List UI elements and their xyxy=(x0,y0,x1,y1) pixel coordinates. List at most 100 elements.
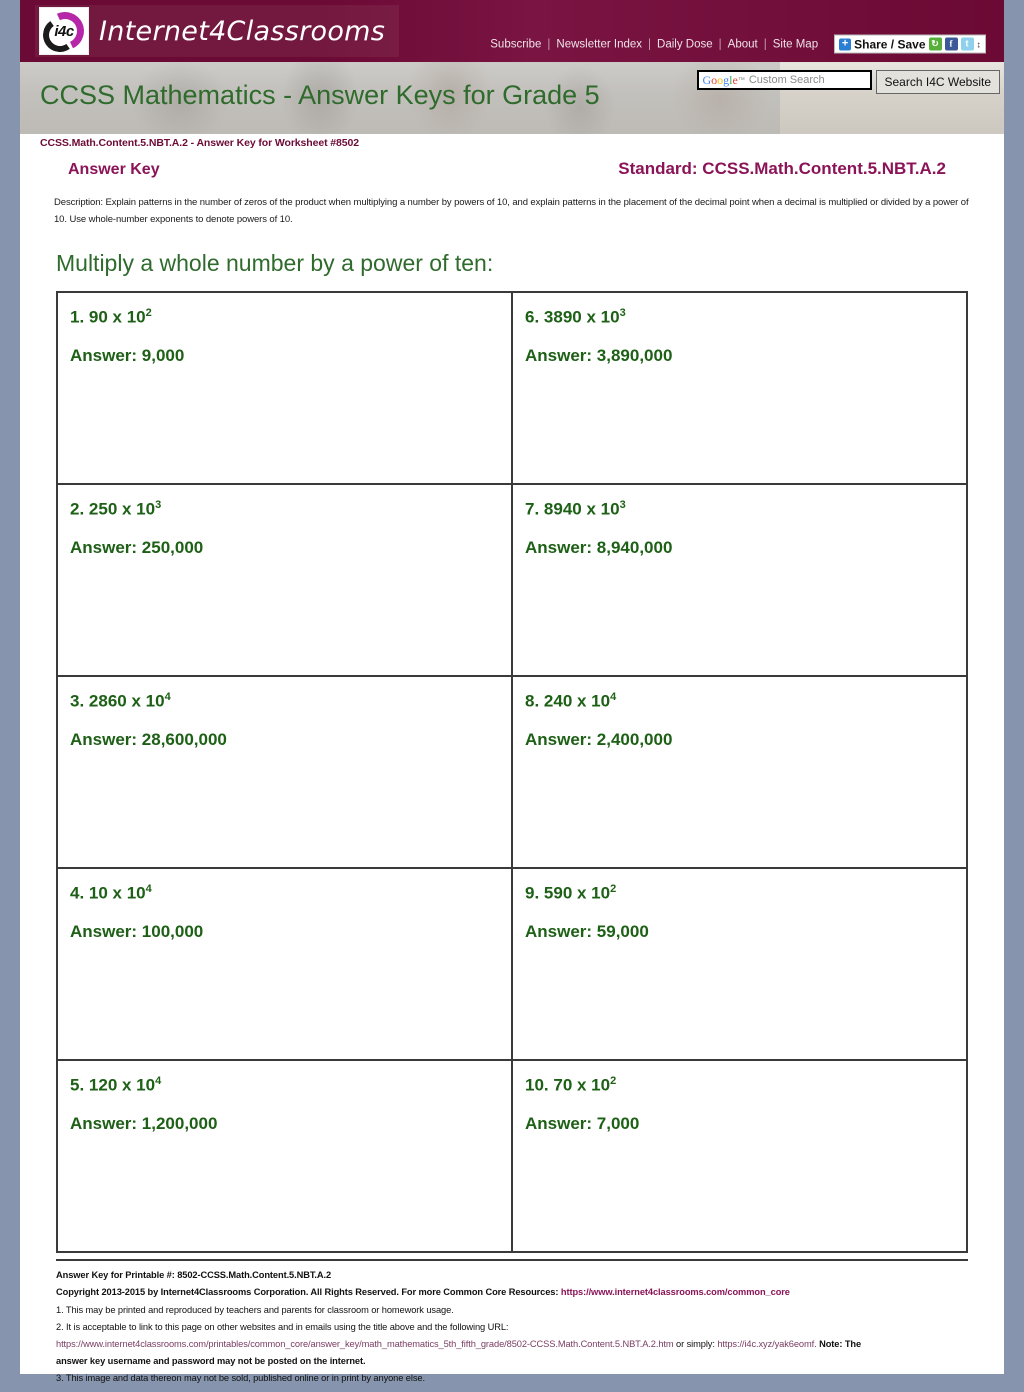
problem-expression: 10 x 10 xyxy=(88,883,146,903)
share-save-widget[interactable]: + Share / Save ↻ f t ↕ xyxy=(834,34,986,54)
problem-question: 10. 70 x 102 xyxy=(525,1075,966,1096)
facebook-icon[interactable]: f xyxy=(944,37,958,51)
google-logo-icon: Google xyxy=(702,72,738,87)
problem-number: 10. xyxy=(525,1075,549,1095)
share-plus-icon: + xyxy=(839,38,852,50)
problem-question: 9. 590 x 102 xyxy=(525,883,966,904)
section-title: Multiply a whole number by a power of te… xyxy=(56,250,494,277)
problem-question: 3. 2860 x 104 xyxy=(70,691,511,712)
problem-number: 5. xyxy=(70,1075,85,1095)
top-navigation: Subscribe | Newsletter Index | Daily Dos… xyxy=(484,34,986,54)
footer-printable-line: Answer Key for Printable #: 8502-CCSS.Ma… xyxy=(56,1270,332,1281)
problem-exponent: 4 xyxy=(610,691,617,704)
site-header-bar: i4c Internet4Classrooms Subscribe | News… xyxy=(20,0,1004,62)
footer-url-line: https://www.internet4classrooms.com/prin… xyxy=(56,1336,968,1353)
problem-cell: 10. 70 x 102 Answer: 7,000 xyxy=(513,1061,968,1254)
problem-expression: 2860 x 10 xyxy=(88,691,165,711)
problem-expression: 8940 x 10 xyxy=(543,499,620,519)
search-input[interactable]: Google ™ Custom Search xyxy=(696,70,872,90)
problem-expression: 3890 x 10 xyxy=(543,307,620,327)
logo-text: i4c xyxy=(54,22,74,40)
standard-description: Description: Explain patterns in the num… xyxy=(54,197,969,225)
problem-cell: 6. 3890 x 103 Answer: 3,890,000 xyxy=(513,293,968,486)
page-footer: Answer Key for Printable #: 8502-CCSS.Ma… xyxy=(56,1259,968,1387)
problem-question: 8. 240 x 104 xyxy=(525,691,966,712)
footer-or-simply-text: or simply: xyxy=(676,1339,715,1349)
problem-answer: Answer: 3,890,000 xyxy=(525,345,673,365)
content-header-row: Answer Key Standard: CCSS.Math.Content.5… xyxy=(44,151,980,179)
brand-name: Internet4Classrooms xyxy=(99,15,386,47)
nav-newsletter-index[interactable]: Newsletter Index xyxy=(550,38,648,50)
standard-heading: Standard: CCSS.Math.Content.5.NBT.A.2 xyxy=(618,159,946,178)
nav-about[interactable]: About xyxy=(722,38,764,50)
i4c-logo-icon: i4c xyxy=(39,6,90,56)
updown-caret-icon[interactable]: ↕ xyxy=(977,39,982,49)
twitter-icon[interactable]: t xyxy=(960,37,974,51)
footer-short-url[interactable]: https://i4c.xyz/yak6eomf. xyxy=(717,1339,816,1349)
problem-exponent: 4 xyxy=(155,1075,162,1088)
footer-term-2: 2. It is acceptable to link to this page… xyxy=(56,1321,509,1332)
problems-grid: 1. 90 x 102 Answer: 9,000 6. 3890 x 103 … xyxy=(56,291,968,1254)
problem-answer: Answer: 59,000 xyxy=(525,921,649,941)
footer-copyright-text: Copyright 2013-2015 by Internet4Classroo… xyxy=(56,1287,559,1298)
problem-number: 7. xyxy=(525,499,540,519)
search-button[interactable]: Search I4C Website xyxy=(875,70,1000,94)
search-placeholder-text: Custom Search xyxy=(748,74,825,86)
nav-subscribe[interactable]: Subscribe xyxy=(484,38,547,50)
search-area: Google ™ Custom Search Search I4C Websit… xyxy=(696,70,1000,94)
problem-number: 2. xyxy=(70,499,85,519)
problem-cell: 1. 90 x 102 Answer: 9,000 xyxy=(58,293,513,486)
share-green-icon[interactable]: ↻ xyxy=(928,37,942,51)
problem-number: 1. xyxy=(70,307,85,327)
problem-number: 6. xyxy=(525,307,540,327)
main-content: Answer Key Standard: CCSS.Math.Content.5… xyxy=(20,151,1004,1388)
problem-exponent: 4 xyxy=(145,883,152,896)
problem-number: 4. xyxy=(70,883,85,903)
problem-exponent: 4 xyxy=(164,691,171,704)
problem-answer: Answer: 100,000 xyxy=(70,921,204,941)
problem-exponent: 3 xyxy=(155,499,162,512)
problem-question: 6. 3890 x 103 xyxy=(525,307,966,328)
footer-term-3: 3. This image and data thereon may not b… xyxy=(56,1373,425,1384)
problem-expression: 120 x 10 xyxy=(88,1075,156,1095)
problem-exponent: 2 xyxy=(610,1075,617,1088)
problem-cell: 9. 590 x 102 Answer: 59,000 xyxy=(513,869,968,1062)
problem-cell: 4. 10 x 104 Answer: 100,000 xyxy=(58,869,513,1062)
page-title: CCSS Mathematics - Answer Keys for Grade… xyxy=(40,80,600,110)
problem-answer: Answer: 8,940,000 xyxy=(525,537,673,557)
share-save-label: Share / Save xyxy=(854,37,926,51)
problem-expression: 240 x 10 xyxy=(543,691,611,711)
footer-full-url[interactable]: https://www.internet4classrooms.com/prin… xyxy=(56,1339,674,1349)
nav-daily-dose[interactable]: Daily Dose xyxy=(651,38,719,50)
problem-number: 9. xyxy=(525,883,540,903)
footer-copyright-line: Copyright 2013-2015 by Internet4Classroo… xyxy=(56,1284,968,1301)
problem-question: 1. 90 x 102 xyxy=(70,307,511,328)
footer-note-text: Note: The xyxy=(819,1339,862,1349)
problem-answer: Answer: 28,600,000 xyxy=(70,729,227,749)
problem-answer: Answer: 2,400,000 xyxy=(525,729,673,749)
problem-expression: 70 x 10 xyxy=(553,1075,611,1095)
problem-expression: 590 x 10 xyxy=(543,883,611,903)
problem-exponent: 3 xyxy=(619,499,626,512)
nav-site-map[interactable]: Site Map xyxy=(767,38,824,50)
problem-answer: Answer: 1,200,000 xyxy=(70,1113,218,1133)
problem-expression: 90 x 10 xyxy=(88,307,146,327)
problem-answer: Answer: 7,000 xyxy=(525,1113,640,1133)
site-logo-brand[interactable]: i4c Internet4Classrooms xyxy=(35,5,400,57)
answer-key-heading: Answer Key xyxy=(68,161,160,178)
page-container: i4c Internet4Classrooms Subscribe | News… xyxy=(20,0,1004,1383)
problem-question: 2. 250 x 103 xyxy=(70,499,511,520)
problem-cell: 7. 8940 x 103 Answer: 8,940,000 xyxy=(513,485,968,678)
problem-exponent: 2 xyxy=(610,883,617,896)
problem-cell: 3. 2860 x 104 Answer: 28,600,000 xyxy=(58,677,513,870)
footer-common-core-link[interactable]: https://www.internet4classrooms.com/comm… xyxy=(561,1287,790,1297)
problem-expression: 250 x 10 xyxy=(88,499,156,519)
trademark-mark: ™ xyxy=(737,76,745,84)
footer-term-1: 1. This may be printed and reproduced by… xyxy=(56,1304,454,1315)
problem-question: 4. 10 x 104 xyxy=(70,883,511,904)
problem-cell: 5. 120 x 104 Answer: 1,200,000 xyxy=(58,1061,513,1254)
worksheet-identifier: CCSS.Math.Content.5.NBT.A.2 - Answer Key… xyxy=(40,137,359,149)
problem-answer: Answer: 9,000 xyxy=(70,345,185,365)
problem-exponent: 2 xyxy=(145,307,152,320)
problem-number: 3. xyxy=(70,691,85,711)
